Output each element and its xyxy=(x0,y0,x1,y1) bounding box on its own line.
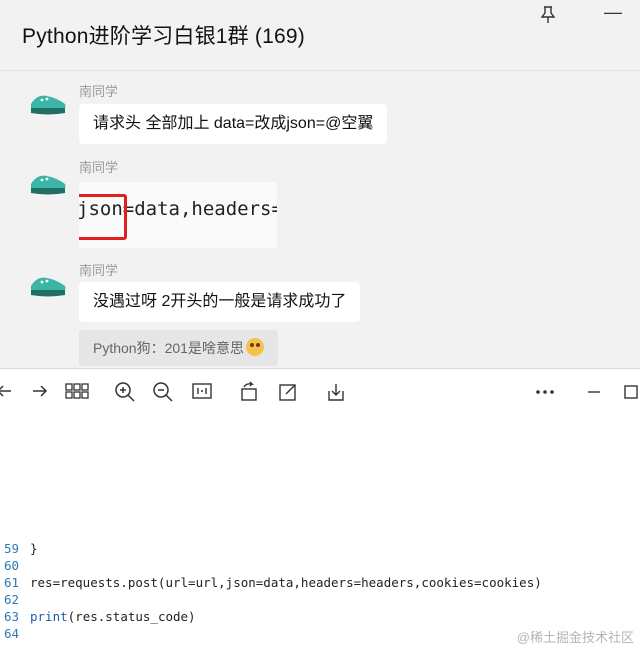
chat-title: Python进阶学习白银1群 (169) xyxy=(22,25,305,48)
back-arrow-icon[interactable] xyxy=(0,381,16,403)
line-code: res=requests.post(url=url,json=data,head… xyxy=(30,575,542,590)
keyword-print: print xyxy=(30,609,68,624)
pin-icon[interactable] xyxy=(540,6,556,28)
minimize-icon[interactable]: — xyxy=(604,2,622,23)
line-code: print(res.status_code) xyxy=(30,608,196,626)
maximize-icon[interactable] xyxy=(620,381,640,403)
line-number: 63 xyxy=(4,609,20,624)
sender-name: 南同学 xyxy=(79,160,119,175)
edit-icon[interactable] xyxy=(276,381,300,403)
more-icon[interactable] xyxy=(533,381,557,403)
grid-view-icon[interactable] xyxy=(64,381,90,403)
rotate-icon[interactable] xyxy=(238,381,262,403)
minimize-icon[interactable] xyxy=(582,381,606,403)
line-number: 60 xyxy=(4,558,20,573)
download-icon[interactable] xyxy=(324,381,348,403)
sender-name: 南同学 xyxy=(79,263,119,278)
line-number: 62 xyxy=(4,592,20,607)
zoom-out-icon[interactable] xyxy=(151,381,175,403)
quoted-text: Python狗：201是啥意思 xyxy=(93,340,244,356)
quoted-message[interactable]: Python狗：201是啥意思 xyxy=(79,330,278,366)
avatar[interactable] xyxy=(28,270,68,300)
code-rest: (res.status_code) xyxy=(67,609,196,624)
sender-name: 南同学 xyxy=(79,84,119,99)
line-number: 64 xyxy=(4,626,20,641)
viewer-toolbar xyxy=(0,368,640,415)
chat-window: Python进阶学习白银1群 (169) — 南同学 请求头 全部加上 data… xyxy=(0,0,640,368)
image-message[interactable]: json=data,headers= xyxy=(79,182,277,248)
emoji-icon xyxy=(245,338,264,356)
line-number: 59 xyxy=(4,541,20,556)
chat-header: Python进阶学习白银1群 (169) — xyxy=(0,0,640,71)
line-code: } xyxy=(30,541,38,556)
avatar[interactable] xyxy=(28,168,68,198)
avatar[interactable] xyxy=(28,88,68,118)
message-bubble[interactable]: 请求头 全部加上 data=改成json=@空翼 xyxy=(79,104,388,144)
watermark: @稀土掘金技术社区 xyxy=(516,630,634,645)
code-editor[interactable]: 59 } 60 61 res=requests.post(url=url,jso… xyxy=(0,414,640,650)
forward-arrow-icon[interactable] xyxy=(28,381,52,403)
line-number: 61 xyxy=(4,575,20,590)
red-highlight-box xyxy=(79,194,127,240)
fit-width-icon[interactable] xyxy=(190,381,214,403)
zoom-in-icon[interactable] xyxy=(113,381,137,403)
message-bubble[interactable]: 没遇过呀 2开头的一般是请求成功了 xyxy=(79,282,361,322)
